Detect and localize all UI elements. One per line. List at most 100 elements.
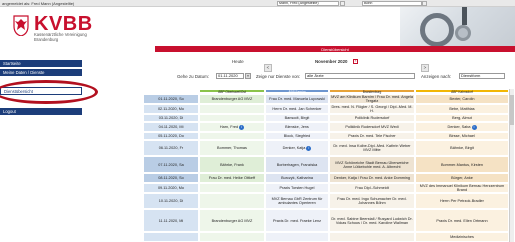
col4-cell[interactable]: MVZ des Immanuel Klinikum Bernau Herzzen…	[415, 183, 509, 193]
info-icon[interactable]: i	[239, 124, 245, 130]
col1-cell[interactable]	[199, 104, 265, 114]
col1-cell[interactable]	[199, 232, 265, 242]
date-cell-text: 09.11.2020, Mo	[157, 186, 185, 190]
col2-cell[interactable]: Bansodt, Birgit	[265, 114, 329, 122]
col3-cell[interactable]: MVZ am Klinikum Barnim / Frau Dr. med. A…	[329, 94, 415, 104]
col1-cell[interactable]	[199, 132, 265, 140]
col4-cell[interactable]: Bommer-Mantus, Kirsten	[415, 156, 509, 173]
location-select-arrow-icon[interactable]	[422, 1, 427, 6]
col2-cell[interactable]: Frau Dr. med. Manuela Lupowski	[265, 94, 329, 104]
today-label[interactable]: Heute	[232, 59, 244, 64]
page-title: Dienstübersicht	[321, 46, 349, 52]
scrollbar-thumb[interactable]	[510, 95, 514, 125]
col3-cell-text: Poliklinik Rudersdorf	[354, 116, 390, 120]
date-cell: 07.11.2020, Sa	[143, 156, 199, 173]
table-row: 08.11.2020, So Frau Dr. med. Heike Ottkef…	[143, 173, 513, 183]
user-select[interactable]: Mann, Fred (Angestellte)	[277, 1, 339, 6]
col4-cell[interactable]: Denker, Saba i	[415, 122, 509, 132]
logo-subtitle-line2: Brandenburg	[34, 36, 59, 42]
goto-date-go-button[interactable]: »	[245, 73, 251, 79]
col2-cell[interactable]: Burczyk, Katharina	[265, 173, 329, 183]
col1-cell[interactable]: Brandenburger AG MVZ	[199, 94, 265, 104]
col1-cell[interactable]	[199, 114, 265, 122]
sidebar-item-meine-daten[interactable]: Meine Daten / Dienste	[0, 69, 82, 77]
display-mode-select[interactable]: Dienstform	[459, 73, 505, 79]
sidebar-item-startseite[interactable]: Startseite	[0, 60, 82, 68]
col4-cell[interactable]: Praxis Dr. med. Ellen Ortmann	[415, 209, 509, 232]
col4-cell[interactable]: Berg, Almut	[415, 114, 509, 122]
col2-cell-text: MVZ Bernau GbR Zentrum für ambulantes Op…	[271, 197, 323, 205]
page-title-bar: Dienstübersicht	[155, 46, 515, 52]
col1-cell[interactable]: Brandenburger AG MVZ	[199, 209, 265, 232]
col1-cell-text: Harn, Fred	[219, 125, 239, 129]
table-row: 05.11.2020, Do Block, Siegfried Praxis Dr.…	[143, 132, 513, 140]
close-icon[interactable]: ×	[353, 59, 358, 64]
table-row: 06.11.2020, Fr Bommer, Thomas Denker, Katj…	[143, 140, 513, 156]
col2-cell[interactable]: Borberhagen, Franziska	[265, 156, 329, 173]
col3-cell-text: MVZ Schöneiche Stadt Bernau Überweiche A…	[335, 160, 409, 169]
col3-cell[interactable]: Denker, Katja / Frau Dr. med. Anke Dommi…	[329, 173, 415, 183]
col4-cell[interactable]: Bexter, Carolin	[415, 94, 509, 104]
col4-cell-text: Praxis Dr. med. Ellen Ortmann	[436, 218, 488, 223]
table-row: 11.11.2020, Mi Brandenburger AG MVZ Praxis…	[143, 209, 513, 232]
col1-cell[interactable]	[199, 183, 265, 193]
col4-cell[interactable]: Birsse, Michael	[415, 132, 509, 140]
table-row: 07.11.2020, Sa Bährke, Frank Borberhagen, …	[143, 156, 513, 173]
col4-cell-text: Bürger, Anke	[451, 176, 473, 180]
col3-cell-text: Denker, Katja / Frau Dr. med. Anke Dommi…	[334, 176, 410, 180]
col1-cell[interactable]	[199, 193, 265, 209]
col1-cell[interactable]: Bährke, Frank	[199, 156, 265, 173]
info-icon[interactable]: i	[306, 145, 312, 151]
highlight-circle	[0, 80, 98, 104]
next-month-button[interactable]: >	[421, 64, 429, 72]
col4-cell-text: Herrn Per Petrzok-Bradler	[440, 199, 484, 203]
col3-cell-text: Frau Dr. med. Ingo Schumacher Dr. med. J…	[337, 197, 407, 205]
col4-cell[interactable]: Bähnke, Birgit	[415, 140, 509, 156]
table-header-col2: ÄBP Barnim	[265, 89, 329, 94]
sidebar-item-logout[interactable]: Logout	[0, 108, 82, 116]
col2-cell[interactable]: Denker, Katja i	[265, 140, 329, 156]
col1-cell[interactable]: Harn, Fred i	[199, 122, 265, 132]
prev-month-button[interactable]: <	[264, 64, 272, 72]
col3-cell[interactable]: Frau Dipl.-Schmeidt	[329, 183, 415, 193]
col3-cell[interactable]: Poliklinik Rudersdorf	[329, 114, 415, 122]
col2-cell[interactable]	[265, 232, 329, 242]
col3-cell[interactable]: MVZ Schöneiche Stadt Bernau Überweiche A…	[329, 156, 415, 173]
col1-cell[interactable]: Frau Dr. med. Heike Ottkeff	[199, 173, 265, 183]
goto-date-input[interactable]: 01.11.2020	[216, 73, 244, 79]
date-cell-text: 04.11.2020, Mi	[158, 125, 184, 129]
col2-cell-text: Frau Dr. med. Manuela Lupowski	[269, 97, 325, 101]
col2-cell[interactable]: Praxis Torsten Hugel	[265, 183, 329, 193]
vertical-scrollbar[interactable]	[509, 89, 514, 242]
col2-cell[interactable]: Block, Siegfried	[265, 132, 329, 140]
date-cell: 11.11.2020, Mi	[143, 209, 199, 232]
date-cell	[143, 232, 199, 242]
col2-cell-text: Block, Siegfried	[283, 134, 311, 138]
doctor-filter-select[interactable]: alle Ärzte	[305, 73, 415, 79]
col2-cell[interactable]: MVZ Bernau GbR Zentrum für ambulantes Op…	[265, 193, 329, 209]
col3-cell[interactable]: Praxis Dr. med. Tele Fischer	[329, 132, 415, 140]
user-select-arrow-icon[interactable]	[340, 1, 345, 6]
col3-cell[interactable]	[329, 232, 415, 242]
col3-cell[interactable]: Dr. med. Sabine Beerstall / Rusyard Ludw…	[329, 209, 415, 232]
col3-cell[interactable]: Frau Dr. med. Ingo Schumacher Dr. med. J…	[329, 193, 415, 209]
col3-cell[interactable]: Dr. med. Insa Kolbe-Dipl.-Med. Kathrin W…	[329, 140, 415, 156]
col3-cell[interactable]: Poliklinik Rudersdorf MVZ Wedi	[329, 122, 415, 132]
col3-cell[interactable]: Dres. med. N. Flögler / S. Georgi / Dipl…	[329, 104, 415, 114]
location-select[interactable]: Bonn	[362, 1, 422, 6]
col4-cell[interactable]: Bebe, Matthias	[415, 104, 509, 114]
col3-cell-text: Praxis Dr. med. Tele Fischer	[348, 134, 396, 138]
col1-cell[interactable]: Bommer, Thomas	[199, 140, 265, 156]
date-cell-text: 08.11.2020, So	[158, 176, 184, 180]
col4-cell[interactable]: Medizinisches	[415, 232, 509, 242]
info-icon[interactable]: i	[471, 124, 477, 130]
col4-cell[interactable]: Bürger, Anke	[415, 173, 509, 183]
col3-cell-text: Dr. med. Sabine Beerstall / Rusyard Ludw…	[331, 216, 413, 225]
col2-cell[interactable]: Herrn Dr. med. Jan Schenker	[265, 104, 329, 114]
col4-cell-text: Bähnke, Birgit	[450, 146, 474, 150]
col2-cell-text: Denker, Katja	[282, 146, 306, 150]
col2-cell[interactable]: Praxis Dr. med. Fraeke Lenz	[265, 209, 329, 232]
col2-cell[interactable]: Blenske, Jens	[265, 122, 329, 132]
col4-cell[interactable]: Herrn Per Petrzok-Bradler	[415, 193, 509, 209]
date-cell-text: 11.11.2020, Mi	[158, 218, 184, 223]
